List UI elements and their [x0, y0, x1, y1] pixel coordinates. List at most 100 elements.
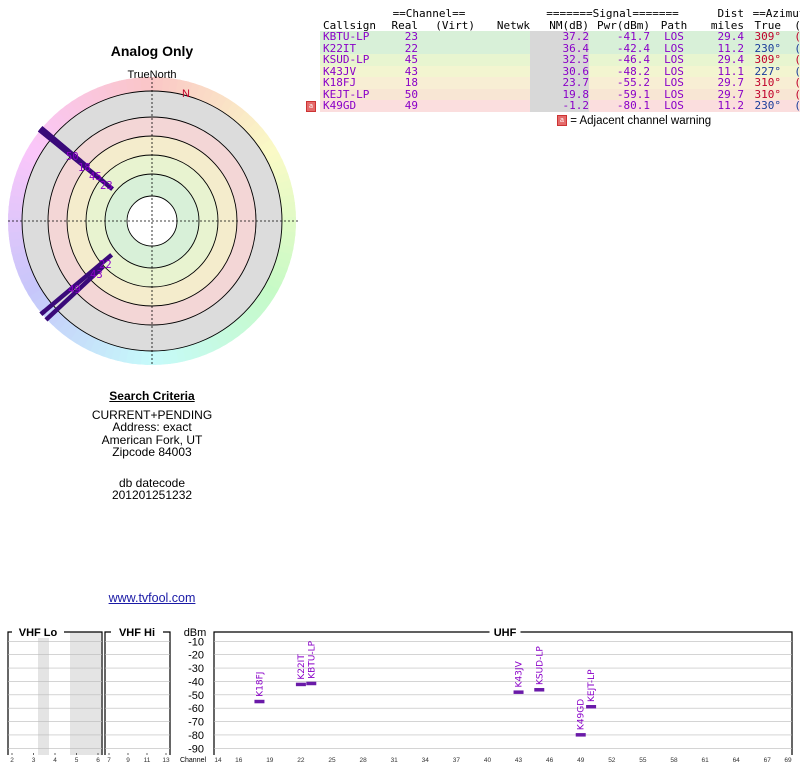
- cell-virt: [418, 31, 475, 43]
- column-header-virt: (Virt): [435, 18, 475, 32]
- channel-tick: 3: [32, 757, 36, 764]
- channel-tick: 58: [670, 757, 678, 764]
- dbm-tick: -80: [188, 730, 204, 742]
- cell-netwk: [475, 100, 530, 112]
- table-row[interactable]: K49GDa 49 -1.2 -80.1 LOS 11.2 230°(218°): [306, 99, 800, 112]
- cell-netwk: [475, 66, 530, 78]
- cell-netwk: [475, 54, 530, 66]
- cell-path: LOS: [664, 30, 684, 43]
- cell-true-az: 310°: [754, 76, 782, 89]
- channel-tick: 9: [126, 757, 130, 764]
- station-callsign-label: KBTU-LP: [307, 640, 317, 678]
- dbm-tick: -60: [188, 703, 204, 715]
- station-callsign-label: KEJT-LP: [587, 669, 597, 702]
- channel-tick: 40: [484, 757, 492, 764]
- page-title: Analog Only: [110, 43, 194, 59]
- channel-tick: 13: [162, 757, 170, 764]
- cell-magn-az: (298°): [781, 31, 800, 43]
- cell-callsign: K49GD a: [306, 100, 383, 112]
- channel-tick: 31: [391, 757, 399, 764]
- cell-nm: 32.5: [530, 54, 589, 66]
- dbm-axis-label: dBm: [184, 627, 207, 639]
- cell-callsign: KBTU-LP: [323, 30, 370, 43]
- channel-tick: 6: [96, 757, 100, 764]
- table-row[interactable]: K18FJ 18 23.7 -55.2 LOS 29.7 310°(298°): [320, 77, 800, 89]
- dbm-tick: -30: [188, 663, 204, 675]
- cell-path: LOS: [664, 53, 684, 66]
- station-callsign-label: K49GD: [577, 699, 587, 730]
- dist-group-header: Dist: [717, 7, 745, 20]
- channel-group-header: ==Channel==: [392, 7, 466, 20]
- cell-real: 45: [404, 53, 418, 66]
- warning-icon: a: [557, 115, 567, 127]
- column-header-netwk: Netwk: [496, 18, 530, 32]
- channel-tick: 34: [422, 757, 430, 764]
- cell-dist: 11.2: [717, 99, 745, 112]
- cell-path: LOS: [664, 76, 684, 89]
- cell-virt: [418, 66, 475, 78]
- cell-real: 18: [404, 76, 418, 89]
- station-signal-marker[interactable]: [295, 682, 306, 687]
- search-criteria-heading: Search Criteria: [109, 389, 195, 403]
- cell-callsign: K18FJ: [323, 76, 357, 89]
- tvfool-link[interactable]: www.tvfool.com: [52, 591, 252, 605]
- cell-virt: [418, 54, 475, 66]
- cell-nm: -1.2: [530, 100, 589, 112]
- warning-note-text: = Adjacent channel warning: [570, 115, 712, 127]
- polar-label-kejt-lp: 50: [66, 151, 79, 163]
- cell-real: 23: [404, 30, 418, 43]
- channel-tick: 55: [639, 757, 647, 764]
- cell-virt: [418, 77, 475, 89]
- channel-tick: 43: [515, 757, 523, 764]
- channel-tick: 61: [701, 757, 709, 764]
- table-row[interactable]: KSUD-LP 45 32.5 -46.4 LOS 29.4 309°(298°): [320, 54, 800, 66]
- polar-label-kbtu-lp: 23: [100, 180, 113, 192]
- cell-netwk: [475, 43, 530, 55]
- channel-tick: 69: [784, 757, 792, 764]
- station-callsign-label: KSUD-LP: [535, 646, 545, 685]
- dbm-tick: -50: [188, 690, 204, 702]
- cell-netwk: [475, 89, 530, 101]
- cell-path: LOS: [664, 99, 684, 112]
- cell-true-az: 309°: [754, 30, 782, 43]
- station-callsign-label: K43JV: [515, 660, 525, 687]
- uhf-label: UHF: [494, 627, 517, 639]
- cell-dist: 29.4: [717, 30, 745, 43]
- channel-tick: 25: [328, 757, 336, 764]
- channel-tick: 7: [107, 757, 111, 764]
- cell-netwk: [475, 77, 530, 89]
- channel-tick: 16: [235, 757, 243, 764]
- cell-magn-az: (218°): [781, 100, 800, 112]
- db-datecode-value: 201201251232: [111, 488, 193, 502]
- signal-group-header: =======Signal=======: [546, 7, 679, 20]
- station-signal-marker[interactable]: [534, 688, 545, 692]
- cell-dist: 29.7: [717, 76, 745, 89]
- vhf-hi-label: VHF Hi: [119, 627, 155, 639]
- station-signal-marker[interactable]: [575, 733, 586, 737]
- cell-pwr: -46.4: [616, 53, 650, 66]
- adjacent-warning-icon: a: [306, 101, 316, 112]
- adjacent-warning-legend: a = Adjacent channel warning: [557, 115, 711, 127]
- spectrum-chart: VHF Lo VHF Hi UHF-10-20-30-40-50-60-70-80-…: [7, 626, 793, 764]
- table-row[interactable]: KBTU-LP 23 37.2 -41.7 LOS 29.4 309°(298°): [320, 31, 800, 43]
- cell-real: 49: [404, 99, 418, 112]
- channel-axis-label: Channel: [180, 757, 207, 764]
- station-signal-marker[interactable]: [306, 681, 317, 686]
- channel-tick: 19: [266, 757, 274, 764]
- channel-tick: 2: [10, 757, 14, 764]
- dbm-tick: -90: [188, 743, 204, 755]
- channel-tick: 14: [214, 757, 222, 764]
- channel-tick: 67: [764, 757, 772, 764]
- cell-true-az: 230°: [754, 99, 782, 112]
- cell-callsign: KSUD-LP: [323, 53, 370, 66]
- dbm-tick: -20: [188, 650, 204, 662]
- station-signal-marker[interactable]: [254, 699, 265, 704]
- channel-tick: 52: [608, 757, 616, 764]
- cell-pwr: -80.1: [616, 99, 650, 112]
- station-callsign-label: K22IT: [297, 654, 307, 680]
- station-signal-marker[interactable]: [513, 690, 524, 694]
- cell-nm: 23.7: [530, 77, 589, 89]
- azimuth-group-header: ==Azimuth==: [752, 7, 800, 20]
- station-signal-marker[interactable]: [586, 705, 597, 709]
- dbm-tick: -40: [188, 676, 204, 688]
